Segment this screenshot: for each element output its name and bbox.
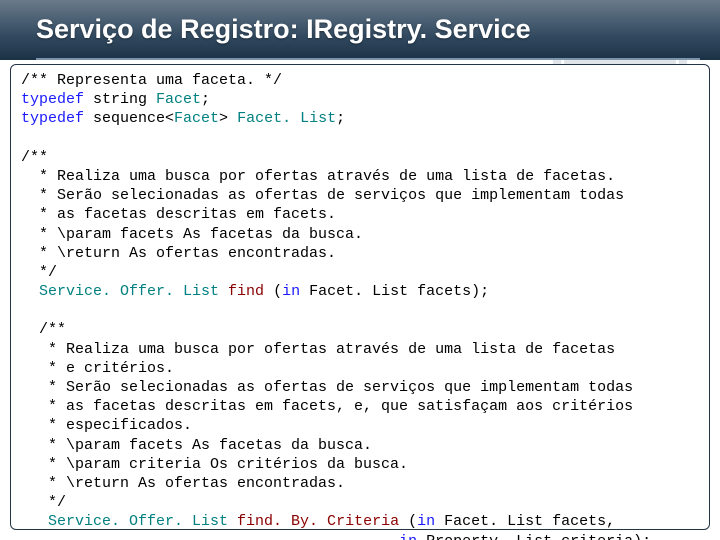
code-text: > — [219, 110, 237, 127]
fn-findbycriteria: find. By. Criteria — [237, 513, 399, 530]
type-serviceofferlist: Service. Offer. List — [21, 513, 237, 530]
code-text: sequence< — [84, 110, 174, 127]
code-line: * \return As ofertas encontradas. — [21, 245, 336, 262]
code-text: Facet. List facets); — [300, 283, 489, 300]
code-text: ( — [399, 513, 417, 530]
code-text: ( — [264, 283, 282, 300]
code-line: * \return As ofertas encontradas. — [21, 475, 345, 492]
keyword-typedef: typedef — [21, 91, 84, 108]
code-line: * \param facets As facetas da busca. — [21, 226, 363, 243]
code-text: string — [84, 91, 156, 108]
code-line: /** — [21, 321, 66, 338]
code-text: ; — [201, 91, 210, 108]
code-line: * Realiza uma busca por ofertas através … — [21, 341, 615, 358]
code-line: /** Representa uma faceta. */ — [21, 72, 282, 89]
header-underline — [36, 58, 700, 60]
code-line: /** — [21, 149, 48, 166]
code-line: * Realiza uma busca por ofertas através … — [21, 168, 615, 185]
code-box: /** Representa uma faceta. */ typedef st… — [10, 64, 710, 530]
keyword-in: in — [417, 513, 435, 530]
code-text: Property. List criteria); — [417, 533, 651, 540]
code-line: * as facetas descritas em facets, e, que… — [21, 398, 633, 415]
code-line: * especificados. — [21, 417, 192, 434]
code-line: * Serão selecionadas as ofertas de servi… — [21, 187, 624, 204]
fn-find: find — [228, 283, 264, 300]
code-line: */ — [21, 264, 57, 281]
slide-title: Serviço de Registro: IRegistry. Service — [36, 14, 531, 44]
keyword-typedef: typedef — [21, 110, 84, 127]
type-facet: Facet — [156, 91, 201, 108]
code-line: * Serão selecionadas as ofertas de servi… — [21, 379, 633, 396]
keyword-in: in — [399, 533, 417, 540]
type-serviceofferlist: Service. Offer. List — [21, 283, 228, 300]
type-facetlist: Facet. List — [237, 110, 336, 127]
code-line: * as facetas descritas em facets. — [21, 206, 336, 223]
code-block: /** Representa uma faceta. */ typedef st… — [21, 71, 699, 540]
code-text — [21, 533, 399, 540]
code-line: */ — [21, 494, 66, 511]
code-text: ; — [336, 110, 345, 127]
slide: Serviço de Registro: IRegistry. Service … — [0, 0, 720, 540]
code-line: * e critérios. — [21, 360, 174, 377]
keyword-in: in — [282, 283, 300, 300]
code-line: * \param criteria Os critérios da busca. — [21, 456, 408, 473]
type-facet: Facet — [174, 110, 219, 127]
slide-header: Serviço de Registro: IRegistry. Service — [0, 0, 720, 60]
code-line: * \param facets As facetas da busca. — [21, 437, 372, 454]
code-text: Facet. List facets, — [435, 513, 615, 530]
